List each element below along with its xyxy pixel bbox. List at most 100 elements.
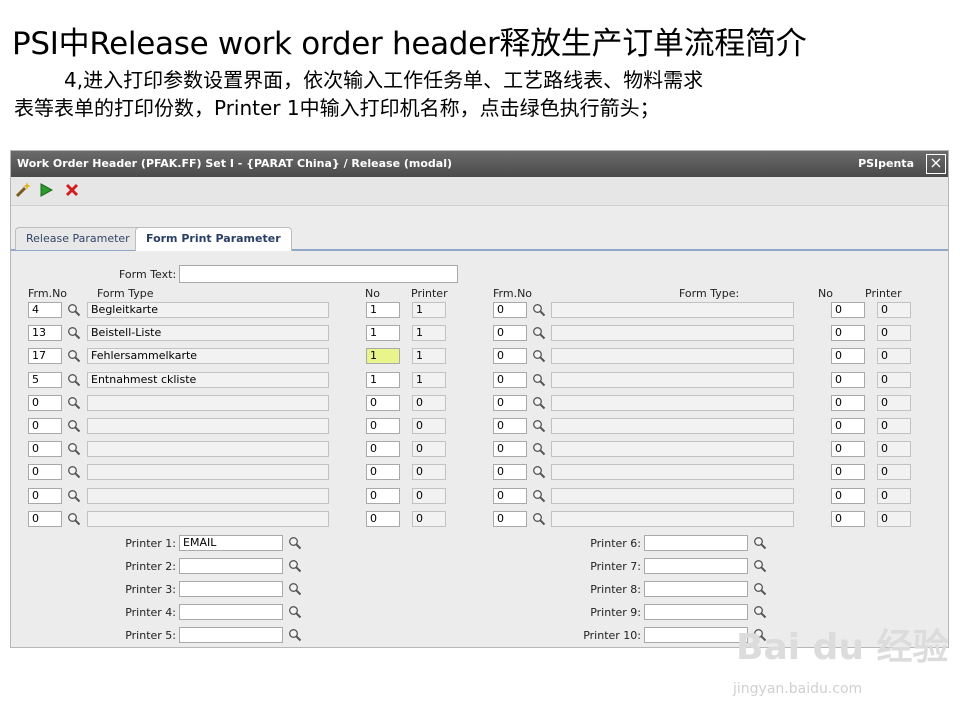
- left-frm-no-input[interactable]: 4: [28, 302, 62, 318]
- printer-input[interactable]: [644, 604, 748, 620]
- left-frm-no-input[interactable]: 5: [28, 372, 62, 388]
- search-icon[interactable]: [288, 582, 302, 596]
- search-icon[interactable]: [753, 536, 767, 550]
- right-printer-field: 0: [877, 348, 911, 364]
- tab-form-print-parameter[interactable]: Form Print Parameter: [135, 227, 292, 251]
- right-form-type-field: [551, 418, 794, 434]
- search-icon[interactable]: [753, 582, 767, 596]
- printer-input[interactable]: [644, 558, 748, 574]
- left-no-input[interactable]: 1: [366, 348, 400, 364]
- search-icon[interactable]: [532, 373, 546, 387]
- search-icon[interactable]: [67, 489, 81, 503]
- search-icon[interactable]: [288, 536, 302, 550]
- left-no-input[interactable]: 0: [366, 488, 400, 504]
- left-no-input[interactable]: 0: [366, 441, 400, 457]
- search-icon[interactable]: [288, 605, 302, 619]
- search-icon[interactable]: [67, 465, 81, 479]
- close-icon[interactable]: ×: [926, 154, 946, 174]
- search-icon[interactable]: [532, 326, 546, 340]
- right-printer-field: 0: [877, 511, 911, 527]
- right-no-input[interactable]: 0: [831, 348, 865, 364]
- left-frm-no-input[interactable]: 0: [28, 511, 62, 527]
- printer-input[interactable]: [179, 627, 283, 643]
- search-icon[interactable]: [532, 442, 546, 456]
- printer-input[interactable]: [644, 535, 748, 551]
- left-no-input[interactable]: 1: [366, 302, 400, 318]
- left-no-input[interactable]: 1: [366, 372, 400, 388]
- printer-input[interactable]: EMAIL: [179, 535, 283, 551]
- search-icon[interactable]: [288, 559, 302, 573]
- left-no-input[interactable]: 1: [366, 325, 400, 341]
- right-frm-no-input[interactable]: 0: [493, 418, 527, 434]
- left-no-input[interactable]: 0: [366, 418, 400, 434]
- left-frm-no-input[interactable]: 0: [28, 418, 62, 434]
- search-icon[interactable]: [67, 349, 81, 363]
- form-text-input[interactable]: [179, 265, 458, 283]
- right-no-input[interactable]: 0: [831, 511, 865, 527]
- right-frm-no-input[interactable]: 0: [493, 488, 527, 504]
- left-no-input[interactable]: 0: [366, 395, 400, 411]
- printer-input[interactable]: [179, 604, 283, 620]
- right-frm-no-input[interactable]: 0: [493, 372, 527, 388]
- right-no-input[interactable]: 0: [831, 372, 865, 388]
- right-no-input[interactable]: 0: [831, 395, 865, 411]
- right-no-input[interactable]: 0: [831, 418, 865, 434]
- printer-input[interactable]: [179, 558, 283, 574]
- search-icon[interactable]: [532, 349, 546, 363]
- cancel-icon[interactable]: [63, 181, 81, 199]
- play-icon[interactable]: [37, 181, 55, 199]
- right-frm-no-input[interactable]: 0: [493, 395, 527, 411]
- left-form-type-field: [87, 395, 329, 411]
- right-no-input[interactable]: 0: [831, 302, 865, 318]
- right-form-type-field: [551, 395, 794, 411]
- search-icon[interactable]: [753, 605, 767, 619]
- right-frm-no-input[interactable]: 0: [493, 348, 527, 364]
- search-icon[interactable]: [67, 326, 81, 340]
- left-frm-no-input[interactable]: 13: [28, 325, 62, 341]
- printer-input[interactable]: [644, 581, 748, 597]
- right-no-input[interactable]: 0: [831, 464, 865, 480]
- right-no-input[interactable]: 0: [831, 441, 865, 457]
- search-icon[interactable]: [532, 512, 546, 526]
- right-printer-field: 0: [877, 441, 911, 457]
- search-icon[interactable]: [532, 396, 546, 410]
- left-frm-no-input[interactable]: 0: [28, 464, 62, 480]
- search-icon[interactable]: [67, 373, 81, 387]
- search-icon[interactable]: [532, 465, 546, 479]
- right-printer-field: 0: [877, 418, 911, 434]
- printer-input[interactable]: [644, 627, 748, 643]
- left-frm-no-input[interactable]: 0: [28, 488, 62, 504]
- search-icon[interactable]: [288, 628, 302, 642]
- left-printer-field: 0: [412, 395, 446, 411]
- left-form-type-field: Beistell-Liste: [87, 325, 329, 341]
- search-icon[interactable]: [753, 559, 767, 573]
- right-frm-no-input[interactable]: 0: [493, 441, 527, 457]
- tab-release-parameter[interactable]: Release Parameter: [15, 227, 141, 250]
- right-frm-no-input[interactable]: 0: [493, 302, 527, 318]
- right-frm-no-input[interactable]: 0: [493, 325, 527, 341]
- search-icon[interactable]: [532, 489, 546, 503]
- left-frm-no-input[interactable]: 17: [28, 348, 62, 364]
- search-icon[interactable]: [67, 303, 81, 317]
- right-no-input[interactable]: 0: [831, 488, 865, 504]
- search-icon[interactable]: [532, 419, 546, 433]
- left-frm-no-input[interactable]: 0: [28, 441, 62, 457]
- left-no-input[interactable]: 0: [366, 511, 400, 527]
- left-header-frm-no: Frm.No: [28, 287, 68, 300]
- search-icon[interactable]: [67, 512, 81, 526]
- left-frm-no-input[interactable]: 0: [28, 395, 62, 411]
- left-header-no: No: [365, 287, 380, 300]
- search-icon[interactable]: [532, 303, 546, 317]
- search-icon[interactable]: [67, 419, 81, 433]
- search-icon[interactable]: [67, 396, 81, 410]
- left-printer-field: 0: [412, 418, 446, 434]
- right-no-input[interactable]: 0: [831, 325, 865, 341]
- printer-input[interactable]: [179, 581, 283, 597]
- wand-icon[interactable]: [14, 181, 32, 199]
- form-text-label: Form Text:: [119, 268, 177, 281]
- search-icon[interactable]: [67, 442, 81, 456]
- right-frm-no-input[interactable]: 0: [493, 511, 527, 527]
- left-no-input[interactable]: 0: [366, 464, 400, 480]
- printer-label: Printer 10:: [583, 629, 641, 642]
- right-frm-no-input[interactable]: 0: [493, 464, 527, 480]
